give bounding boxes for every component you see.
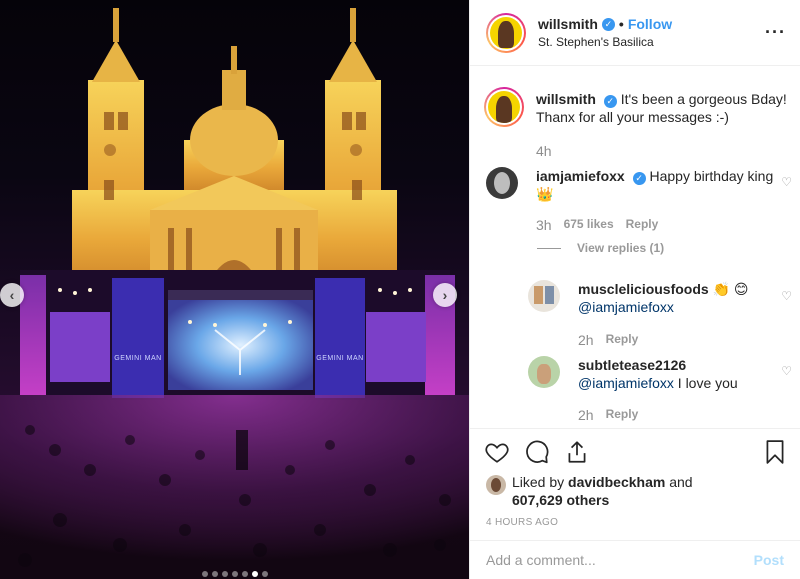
- verified-badge-icon: ✓: [603, 94, 617, 108]
- divider-line: [537, 247, 561, 249]
- reply-emoji: 👏 😊: [712, 281, 749, 297]
- reply-button[interactable]: Reply: [626, 217, 659, 233]
- carousel-dot: [261, 571, 268, 577]
- carousel-dots: [0, 571, 469, 577]
- comment-meta: 3h 675 likes Reply: [536, 217, 658, 233]
- carousel-dot: [231, 571, 238, 577]
- post-actions: Liked by davidbeckham and 607,629 others…: [470, 428, 800, 536]
- likes-summary: Liked by davidbeckham and 607,629 others: [486, 473, 693, 509]
- verified-badge-icon: ✓: [632, 171, 646, 185]
- share-upload-icon[interactable]: [564, 439, 590, 465]
- post-photo[interactable]: GEMINI MAN GEMINI MAN ‹ ›: [0, 0, 469, 579]
- bookmark-icon[interactable]: [762, 439, 788, 465]
- add-comment-bar: Post: [470, 540, 800, 579]
- comment-bubble-icon[interactable]: [524, 439, 550, 465]
- reply-time[interactable]: 2h: [578, 407, 594, 423]
- commenter-avatar[interactable]: [486, 167, 518, 199]
- reply-button[interactable]: Reply: [606, 332, 639, 348]
- caption-username[interactable]: willsmith: [536, 91, 596, 107]
- comment-like-heart-icon[interactable]: ♡: [781, 175, 792, 189]
- carousel-dot: [201, 571, 208, 577]
- commenter-avatar[interactable]: [528, 356, 560, 388]
- comments-list: willsmith ✓ It's been a gorgeous Bday! T…: [470, 67, 800, 427]
- comment-time[interactable]: 3h: [536, 217, 552, 233]
- caption-time[interactable]: 4h: [536, 143, 552, 159]
- carousel-dot: [211, 571, 218, 577]
- willsmith-avatar-image: [490, 16, 522, 49]
- carousel-next-button[interactable]: ›: [433, 283, 457, 307]
- view-replies-button[interactable]: View replies (1): [537, 241, 664, 255]
- caption: willsmith ✓ It's been a gorgeous Bday! T…: [484, 87, 794, 127]
- willsmith-avatar-image: [488, 91, 520, 123]
- reply-meta: 2h Reply: [578, 407, 638, 423]
- comment-username[interactable]: iamjamiefoxx: [536, 168, 625, 184]
- chevron-left-icon: ‹: [9, 287, 15, 303]
- location-link[interactable]: St. Stephen's Basilica: [538, 35, 672, 49]
- reply-username[interactable]: subtletease2126: [578, 357, 686, 373]
- carousel-prev-button[interactable]: ‹: [0, 283, 24, 307]
- comment-likes-count[interactable]: 675 likes: [564, 217, 614, 233]
- reply-time[interactable]: 2h: [578, 332, 594, 348]
- reply-item: muscleliciousfoods 👏 😊 @iamjamiefoxx: [528, 280, 778, 316]
- commenter-avatar[interactable]: [528, 280, 560, 312]
- liked-by-prefix: Liked by: [512, 474, 565, 490]
- caption-avatar[interactable]: [484, 87, 524, 127]
- follow-button[interactable]: Follow: [628, 16, 672, 32]
- carousel-dot: [251, 571, 258, 577]
- like-heart-icon[interactable]: [484, 439, 510, 465]
- more-options-icon[interactable]: ···: [765, 22, 786, 43]
- carousel-dot: [221, 571, 228, 577]
- avatar[interactable]: [486, 12, 526, 53]
- verified-badge-icon: ✓: [601, 17, 615, 31]
- liked-by-and: and: [669, 474, 693, 490]
- reply-like-heart-icon[interactable]: ♡: [781, 364, 792, 378]
- basilica-concert-image: [0, 8, 469, 579]
- view-replies-label: View replies (1): [577, 241, 665, 255]
- post-header: willsmith ✓ • Follow St. Stephen's Basil…: [470, 0, 800, 66]
- carousel-dot: [241, 571, 248, 577]
- mention-link[interactable]: @iamjamiefoxx: [578, 375, 674, 391]
- reply-text: I love you: [677, 375, 738, 391]
- reply-username[interactable]: muscleliciousfoods: [578, 281, 709, 297]
- stage-banner-right: GEMINI MAN: [316, 355, 364, 362]
- comment-item: iamjamiefoxx ✓ Happy birthday king 👑: [486, 167, 776, 203]
- liker-username[interactable]: davidbeckham: [568, 474, 665, 490]
- liker-avatar[interactable]: [486, 475, 506, 495]
- mention-link[interactable]: @iamjamiefoxx: [578, 299, 674, 315]
- author-username[interactable]: willsmith: [538, 16, 598, 32]
- post-timestamp[interactable]: 4 HOURS AGO: [486, 517, 558, 528]
- comment-input[interactable]: [486, 552, 754, 568]
- likes-count[interactable]: 607,629 others: [512, 492, 609, 508]
- stage-banner-left: GEMINI MAN: [114, 355, 162, 362]
- reply-meta: 2h Reply: [578, 332, 638, 348]
- post-details-pane: willsmith ✓ • Follow St. Stephen's Basil…: [469, 0, 800, 579]
- reply-item: subtletease2126 @iamjamiefoxx I love you: [528, 356, 778, 392]
- separator-dot: •: [618, 16, 624, 32]
- chevron-right-icon: ›: [442, 287, 448, 303]
- reply-like-heart-icon[interactable]: ♡: [781, 289, 792, 303]
- reply-button[interactable]: Reply: [606, 407, 639, 423]
- caption-meta: 4h: [536, 143, 552, 159]
- post-comment-button[interactable]: Post: [754, 552, 784, 568]
